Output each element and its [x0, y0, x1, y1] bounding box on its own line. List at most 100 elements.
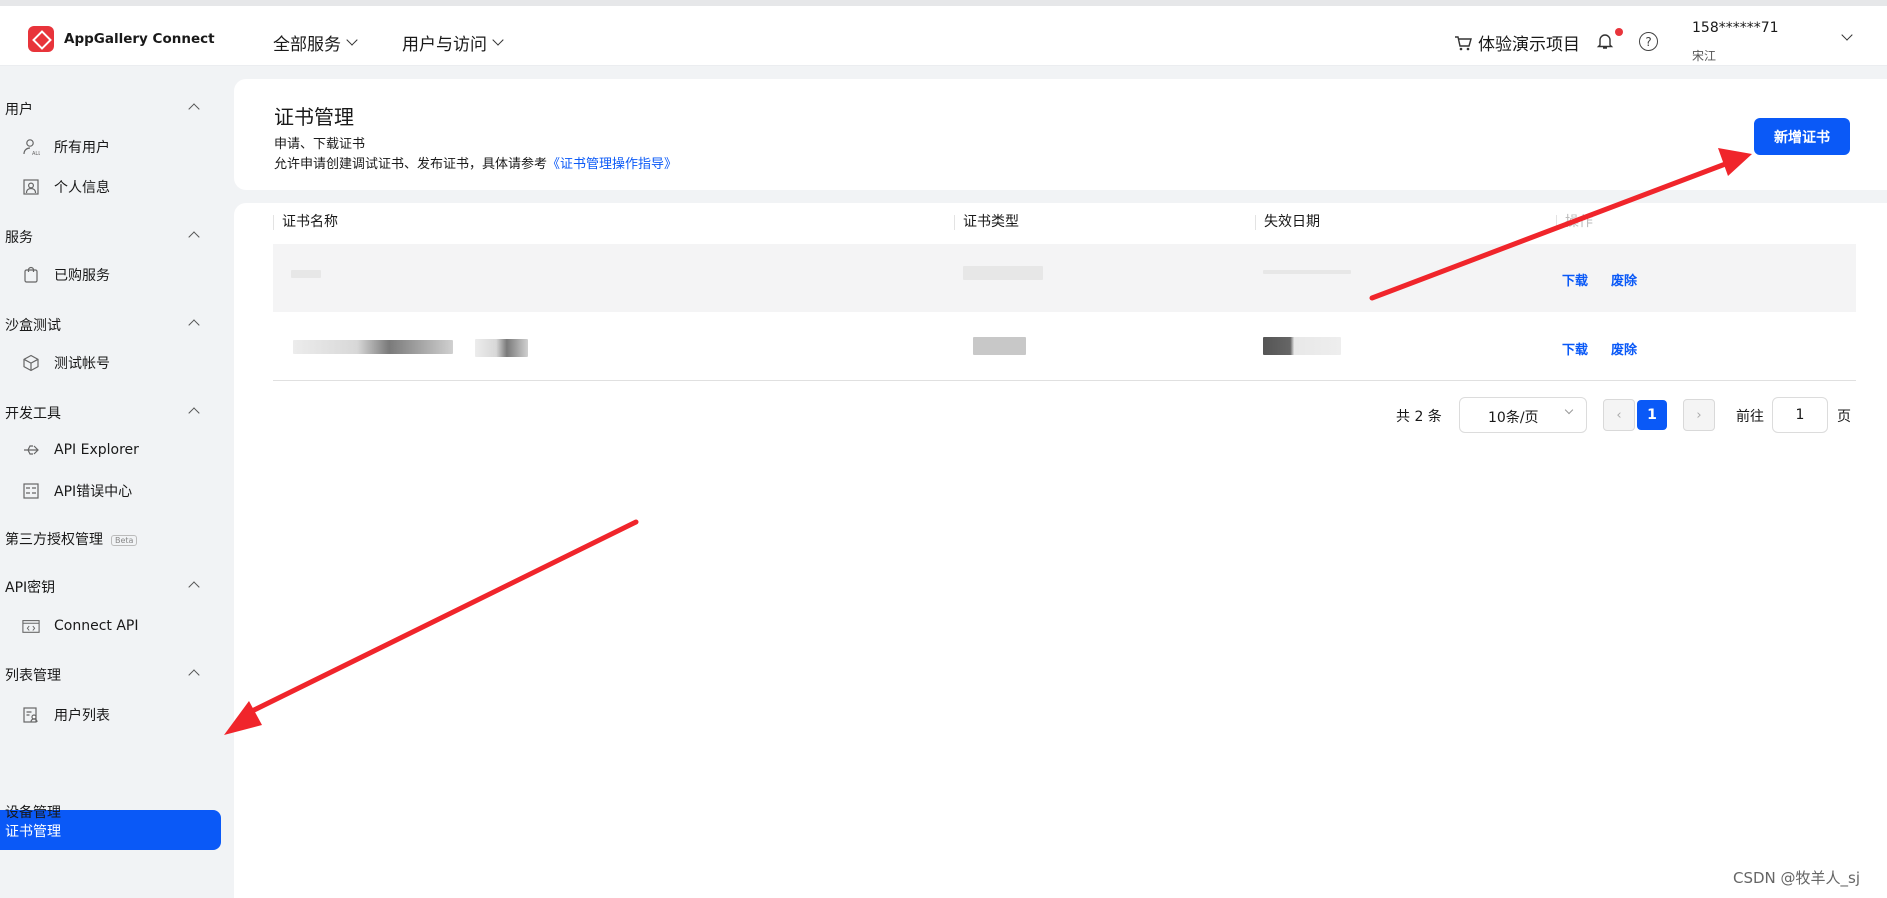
- sidebar-group-label: 列表管理: [5, 668, 61, 684]
- sidebar-group-label: 服务: [5, 230, 33, 246]
- add-certificate-button[interactable]: 新增证书: [1754, 118, 1850, 155]
- sidebar-group-label: API密钥: [5, 580, 56, 596]
- page-header-card: 证书管理 申请、下载证书 允许申请创建调试证书、发布证书，具体请参考《证书管理操…: [234, 79, 1887, 190]
- sidebar-item-label: 个人信息: [54, 180, 110, 196]
- chevron-up-icon[interactable]: [188, 669, 200, 681]
- chevron-up-icon[interactable]: [188, 231, 200, 243]
- download-link[interactable]: 下载: [1562, 339, 1588, 358]
- sidebar: 用户 ALL 所有用户 个人信息 服务 已购服务 沙盒测试 测试帐号 开发工具 …: [0, 67, 223, 898]
- sidebar-item-label: 测试帐号: [54, 356, 110, 372]
- sidebar-group-label: 沙盒测试: [5, 318, 61, 334]
- sidebar-item-connect-api[interactable]: Connect API: [22, 617, 139, 635]
- chevron-down-icon: [492, 34, 504, 46]
- sidebar-group-services[interactable]: 服务: [5, 227, 33, 247]
- sidebar-item-label: 用户列表: [54, 708, 110, 724]
- sidebar-item-label: 证书管理: [5, 824, 61, 840]
- top-nav: 全部服务 用户与访问: [273, 30, 504, 55]
- nav-all-services[interactable]: 全部服务: [273, 30, 358, 55]
- sidebar-item-personal-info[interactable]: 个人信息: [22, 177, 110, 197]
- redacted-cert-name: [293, 340, 453, 354]
- redacted-cert-name: [291, 270, 321, 278]
- user-all-icon: ALL: [22, 138, 40, 156]
- redacted-expiry-date: [1263, 337, 1341, 355]
- prev-page-button[interactable]: ‹: [1603, 399, 1635, 431]
- demo-project-button[interactable]: 体验演示项目: [1454, 30, 1580, 55]
- chevron-up-icon[interactable]: [188, 103, 200, 115]
- revoke-link[interactable]: 废除: [1611, 339, 1637, 358]
- sidebar-item-label: 设备管理: [5, 805, 61, 821]
- notification-dot: [1615, 28, 1623, 36]
- svg-text:ALL: ALL: [32, 151, 40, 156]
- sidebar-group-sandbox[interactable]: 沙盒测试: [5, 315, 61, 335]
- brand-logo[interactable]: AppGallery Connect: [28, 26, 215, 52]
- help-icon[interactable]: ?: [1639, 32, 1658, 51]
- redacted-cert-type: [963, 266, 1043, 280]
- page-title: 证书管理: [274, 105, 354, 129]
- top-bar: AppGallery Connect 全部服务 用户与访问 体验演示项目 ? 1…: [0, 0, 1887, 66]
- next-page-button[interactable]: ›: [1683, 399, 1715, 431]
- sidebar-item-label: 已购服务: [54, 268, 110, 284]
- chevron-up-icon[interactable]: [188, 319, 200, 331]
- sidebar-item-label: API Explorer: [54, 442, 139, 458]
- pagination-total: 共 2 条: [1396, 409, 1442, 425]
- goto-label: 前往: [1736, 409, 1764, 425]
- sidebar-group-api-keys[interactable]: API密钥: [5, 577, 55, 597]
- page-size-value: 10条/页: [1488, 410, 1539, 426]
- certificate-table-card: 证书名称 证书类型 失效日期 操作 下载 废除 下载 废除 共 2 条 10条/…: [234, 203, 1887, 898]
- sidebar-item-test-accounts[interactable]: 测试帐号: [22, 353, 110, 373]
- download-link[interactable]: 下载: [1562, 270, 1588, 289]
- sidebar-group-dev-tools[interactable]: 开发工具: [5, 403, 61, 423]
- nav-users-access[interactable]: 用户与访问: [402, 30, 504, 55]
- column-header-type: 证书类型: [954, 215, 1019, 230]
- page-description: 允许申请创建调试证书、发布证书，具体请参考《证书管理操作指导》: [274, 153, 677, 172]
- redacted-cert-name-suffix: [475, 339, 528, 357]
- demo-cart-icon: [1455, 35, 1472, 50]
- page-size-select[interactable]: 10条/页: [1459, 397, 1587, 433]
- api-usb-icon: [22, 441, 40, 459]
- column-header-name: 证书名称: [273, 215, 338, 230]
- cube-icon: [22, 354, 40, 372]
- watermark: CSDN @牧羊人_sj: [1733, 869, 1861, 887]
- chevron-up-icon[interactable]: [188, 581, 200, 593]
- demo-project-label: 体验演示项目: [1478, 35, 1580, 55]
- nav-all-services-label: 全部服务: [273, 35, 341, 55]
- notification-bell-icon[interactable]: [1596, 32, 1614, 50]
- sidebar-item-all-users[interactable]: ALL 所有用户: [22, 137, 110, 157]
- sidebar-group-list-management[interactable]: 列表管理: [5, 665, 61, 685]
- column-header-expiry: 失效日期: [1255, 215, 1320, 230]
- chevron-right-icon: ›: [1696, 407, 1702, 423]
- nav-users-access-label: 用户与访问: [402, 35, 487, 55]
- chevron-up-icon[interactable]: [188, 407, 200, 419]
- redacted-expiry-date: [1263, 270, 1351, 274]
- page: AppGallery Connect 全部服务 用户与访问 体验演示项目 ? 1…: [0, 0, 1887, 898]
- page-number-current[interactable]: 1: [1637, 400, 1667, 430]
- guide-link[interactable]: 《证书管理操作指导》: [547, 157, 677, 172]
- sidebar-item-third-party-auth[interactable]: 第三方授权管理 Beta: [5, 529, 138, 549]
- brand-name: AppGallery Connect: [64, 31, 215, 47]
- sidebar-item-label: API错误中心: [54, 484, 133, 500]
- user-list-icon: [22, 706, 40, 724]
- profile-card-icon: [22, 178, 40, 196]
- sidebar-item-api-explorer[interactable]: API Explorer: [22, 441, 139, 459]
- redacted-cert-type: [973, 337, 1026, 355]
- user-account-id[interactable]: 158******71: [1692, 20, 1779, 36]
- revoke-link[interactable]: 废除: [1611, 270, 1637, 289]
- table-header: 证书名称 证书类型 失效日期 操作: [273, 203, 1856, 243]
- sidebar-item-device-management[interactable]: 设备管理: [5, 802, 61, 822]
- goto-page-input[interactable]: 1: [1772, 397, 1828, 433]
- description-text: 允许申请创建调试证书、发布证书，具体请参考: [274, 157, 548, 172]
- user-menu-chevron-down-icon[interactable]: [1841, 29, 1853, 41]
- page-suffix-label: 页: [1837, 409, 1851, 425]
- sidebar-item-purchased-services[interactable]: 已购服务: [22, 265, 110, 285]
- beta-badge: Beta: [111, 534, 138, 546]
- sidebar-group-users[interactable]: 用户: [5, 99, 33, 119]
- error-code-icon: [22, 482, 40, 500]
- shopping-bag-icon: [22, 266, 40, 284]
- sidebar-item-label: 第三方授权管理: [5, 532, 103, 548]
- sidebar-item-api-error-center[interactable]: API错误中心: [22, 481, 132, 501]
- chevron-down-icon: [346, 34, 358, 46]
- sidebar-item-label: Connect API: [54, 618, 139, 634]
- code-window-icon: [22, 617, 40, 635]
- sidebar-item-user-list[interactable]: 用户列表: [22, 705, 110, 725]
- sidebar-group-label: 开发工具: [5, 406, 61, 422]
